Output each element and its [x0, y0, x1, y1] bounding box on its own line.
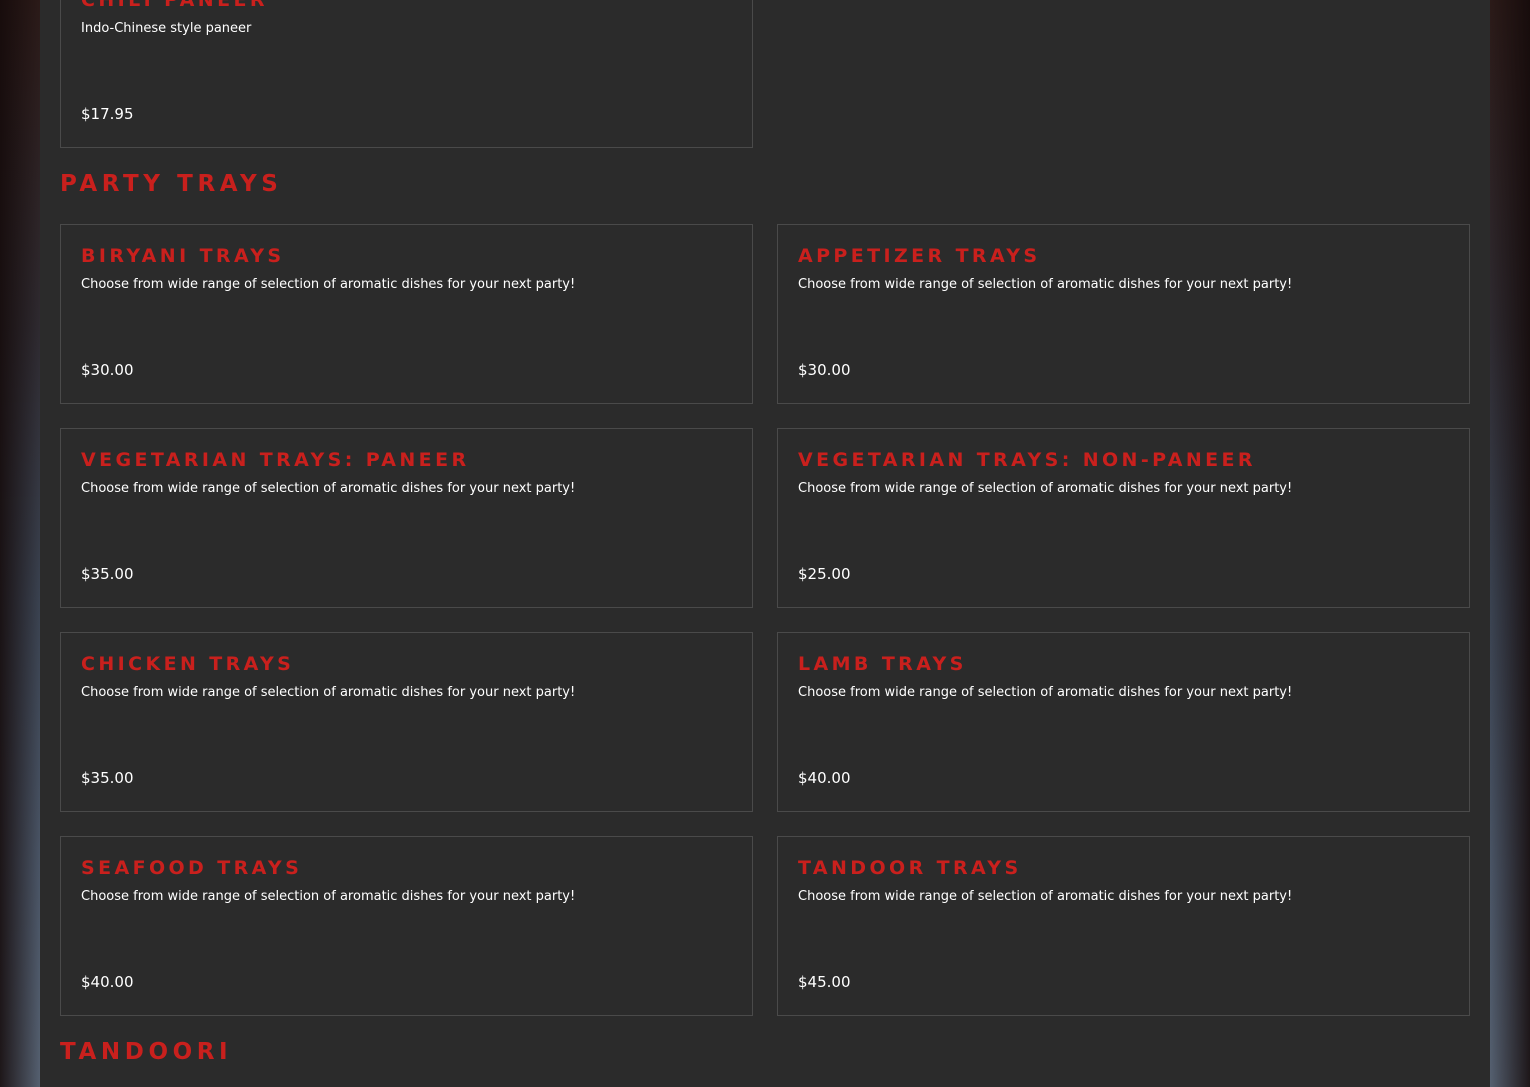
menu-item-price: $25.00 [798, 565, 851, 583]
menu-item-price: $40.00 [798, 769, 851, 787]
menu-item-description: Indo-Chinese style paneer [81, 21, 252, 36]
menu-item-chili-paneer[interactable]: Chili Paneer Indo-Chinese style paneer $… [60, 0, 753, 148]
menu-item-description: Choose from wide range of selection of a… [81, 889, 576, 904]
menu-item-price: $45.00 [798, 973, 851, 991]
menu-item-vegetarian-trays-paneer[interactable]: Vegetarian Trays: Paneer Choose from wid… [60, 428, 753, 608]
menu-item-description: Choose from wide range of selection of a… [81, 685, 576, 700]
menu-item-title: Seafood Trays [81, 857, 303, 879]
menu-item-title: Vegetarian Trays: Non-Paneer [798, 449, 1256, 471]
menu-item-tandoor-trays[interactable]: Tandoor Trays Choose from wide range of … [777, 836, 1470, 1016]
menu-page: Chili Paneer Indo-Chinese style paneer $… [40, 0, 1490, 1087]
section-heading-tandoori: Tandoori [60, 1039, 233, 1065]
menu-item-appetizer-trays[interactable]: Appetizer Trays Choose from wide range o… [777, 224, 1470, 404]
section-heading-party-trays: Party Trays [60, 171, 283, 197]
menu-item-price: $30.00 [798, 361, 851, 379]
menu-item-description: Choose from wide range of selection of a… [798, 889, 1293, 904]
menu-item-biryani-trays[interactable]: Biryani Trays Choose from wide range of … [60, 224, 753, 404]
menu-item-description: Choose from wide range of selection of a… [81, 277, 576, 292]
menu-item-seafood-trays[interactable]: Seafood Trays Choose from wide range of … [60, 836, 753, 1016]
menu-item-price: $40.00 [81, 973, 134, 991]
menu-item-title: Chili Paneer [81, 0, 268, 11]
menu-item-title: Appetizer Trays [798, 245, 1041, 267]
menu-item-title: Biryani Trays [81, 245, 285, 267]
menu-item-description: Choose from wide range of selection of a… [81, 481, 576, 496]
menu-item-title: Tandoor Trays [798, 857, 1022, 879]
menu-item-title: Chicken Trays [81, 653, 295, 675]
menu-item-description: Choose from wide range of selection of a… [798, 481, 1293, 496]
menu-item-vegetarian-trays-non-paneer[interactable]: Vegetarian Trays: Non-Paneer Choose from… [777, 428, 1470, 608]
menu-item-price: $30.00 [81, 361, 134, 379]
menu-item-price: $17.95 [81, 105, 134, 123]
menu-item-title: Lamb Trays [798, 653, 967, 675]
menu-item-lamb-trays[interactable]: Lamb Trays Choose from wide range of sel… [777, 632, 1470, 812]
menu-item-chicken-trays[interactable]: Chicken Trays Choose from wide range of … [60, 632, 753, 812]
menu-item-price: $35.00 [81, 565, 134, 583]
menu-item-description: Choose from wide range of selection of a… [798, 685, 1293, 700]
menu-item-description: Choose from wide range of selection of a… [798, 277, 1293, 292]
menu-item-price: $35.00 [81, 769, 134, 787]
menu-item-title: Vegetarian Trays: Paneer [81, 449, 470, 471]
